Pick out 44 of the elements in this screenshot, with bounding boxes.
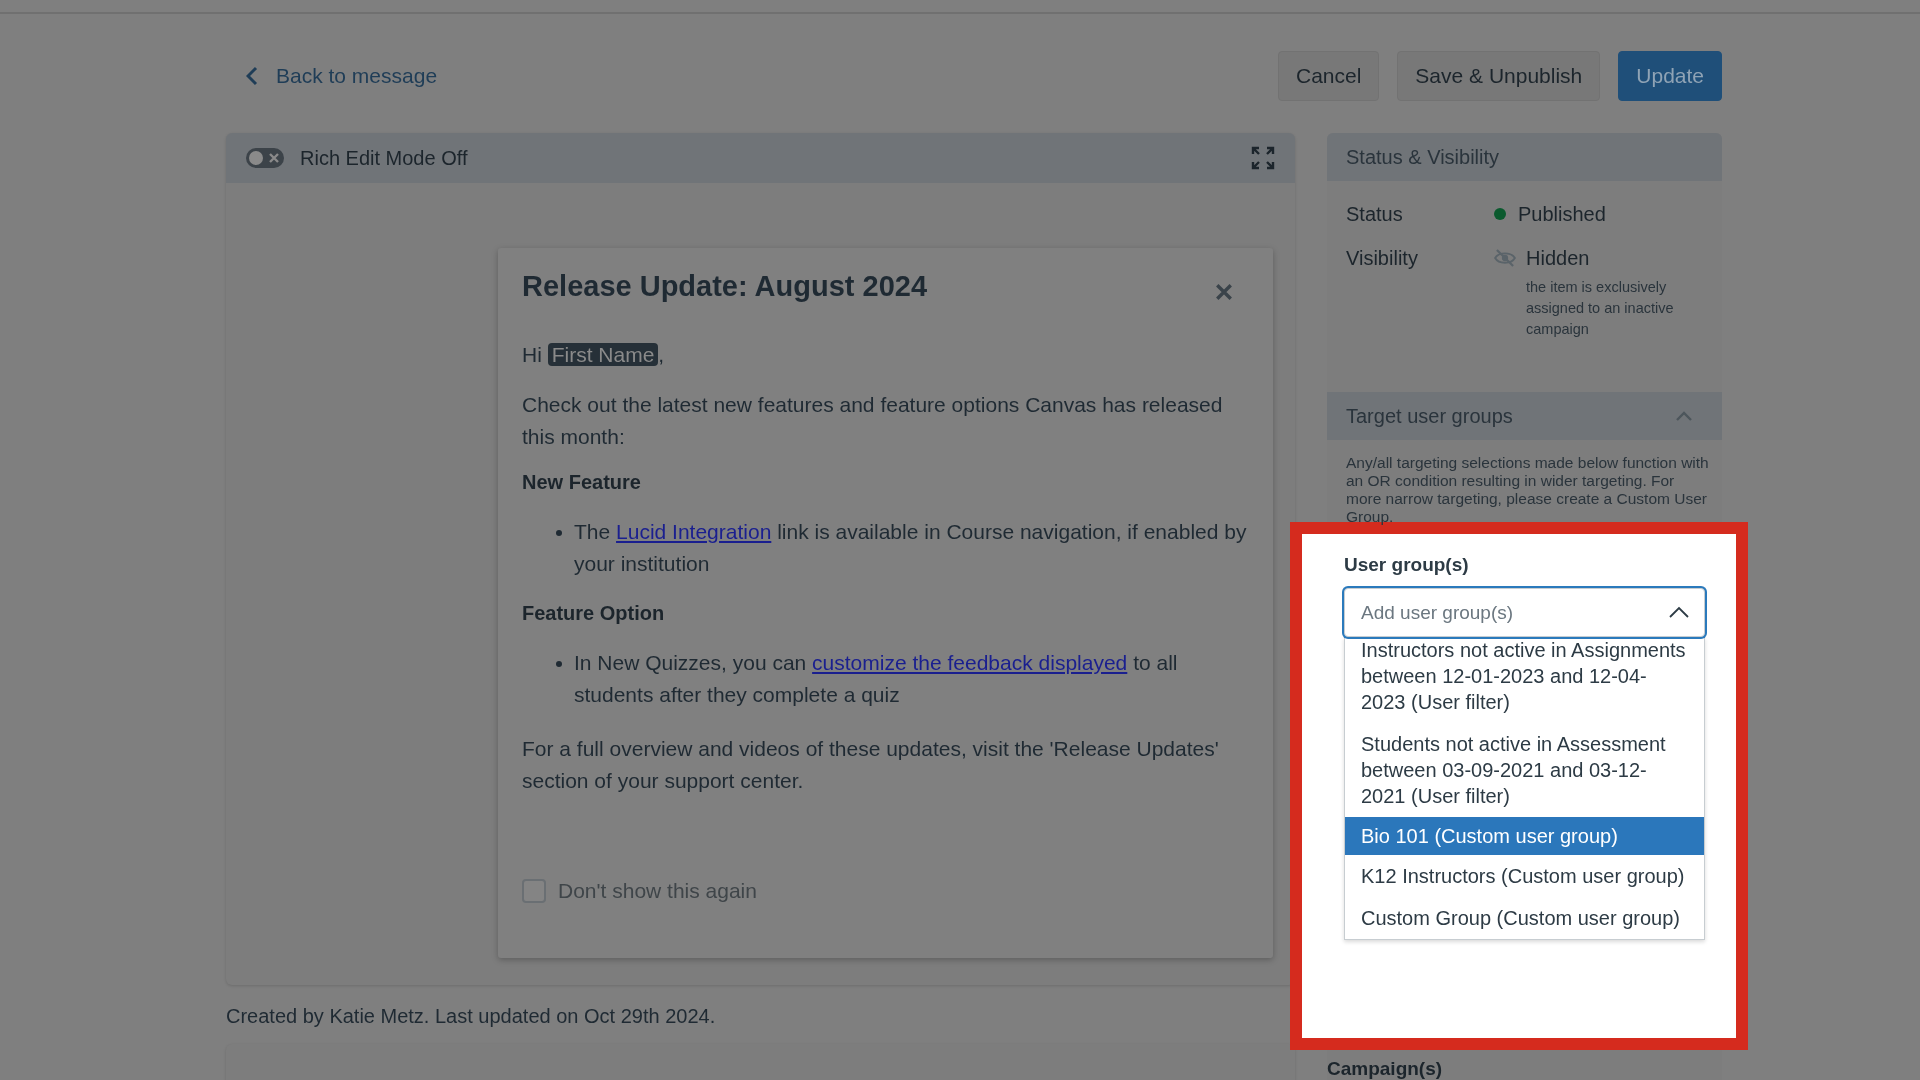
dropdown-option[interactable]: Students not active in Assessment between 03-09-2021 and 03-12-2021 (User filter) bbox=[1345, 723, 1704, 817]
field-label: Status bbox=[1346, 202, 1404, 227]
greeting-text: Hi First Name , bbox=[522, 342, 666, 368]
user-group-select[interactable]: Add user group(s) bbox=[1344, 588, 1705, 637]
dropdown-option[interactable]: Bio 101 (Custom user group) bbox=[1345, 817, 1704, 855]
dropdown-option[interactable]: K12 Instructors (Custom user group) bbox=[1345, 855, 1704, 897]
action-button[interactable]: Save & Unpublish bbox=[1397, 51, 1601, 101]
dropdown-option[interactable]: Custom Group (Custom user group) bbox=[1345, 897, 1704, 939]
section-title: Status & Visibility bbox=[1346, 145, 1500, 169]
chevron-left-icon bbox=[246, 66, 258, 86]
bullet-icon bbox=[556, 661, 562, 667]
message-paragraph: Check out the latest new features and feature options Canvas has released this month: bbox=[522, 392, 1224, 450]
checkbox-label: Don't show this again bbox=[558, 879, 757, 903]
field-label: User group(s) bbox=[1344, 554, 1470, 576]
visibility-note: the item is exclusively assigned to an inactive campaign bbox=[1526, 278, 1675, 339]
toggle-switch[interactable] bbox=[246, 148, 284, 168]
chevron-up-icon bbox=[1676, 411, 1692, 421]
eye-slash-icon bbox=[1494, 249, 1516, 267]
section-title: Target user groups bbox=[1346, 404, 1513, 428]
back-link[interactable]: Back to message bbox=[246, 64, 438, 88]
status-dot-icon bbox=[1494, 208, 1506, 220]
section-heading: Feature Option bbox=[522, 602, 666, 625]
close-icon[interactable] bbox=[1215, 282, 1233, 301]
section-heading: New Feature bbox=[522, 471, 642, 494]
dropdown-option[interactable]: Instructors not active in Assignments between 12-01-2023 and 12-04-2023 (User filter) bbox=[1345, 637, 1704, 723]
bullet-text: The Lucid Integration link is available in Course navigation, if enabled by your institution bbox=[574, 519, 1248, 577]
message-paragraph: For a full overview and videos of these updates, visit the 'Release Updates' section of your support center. bbox=[522, 736, 1220, 794]
toggle-label: Rich Edit Mode Off bbox=[300, 146, 469, 170]
bullet-text: In New Quizzes, you can customize the feedback displayed to all students after they complete a quiz bbox=[574, 650, 1179, 708]
field-value: Hidden bbox=[1526, 246, 1590, 271]
text-link[interactable]: Lucid Integration bbox=[616, 520, 772, 543]
chevron-up-icon bbox=[1669, 606, 1689, 618]
field-value: Published bbox=[1518, 202, 1606, 227]
field-label: Visibility bbox=[1346, 246, 1419, 271]
message-title: Release Update: August 2024 bbox=[522, 270, 928, 303]
created-by-text: Created by Katie Metz. Last updated on Oct 29th 2024. bbox=[226, 1005, 717, 1028]
fullscreen-icon[interactable] bbox=[1251, 146, 1275, 170]
merge-field-tag: First Name bbox=[547, 343, 659, 366]
section-header[interactable]: Target user groups bbox=[1327, 392, 1722, 440]
bullet-icon bbox=[556, 530, 562, 536]
text-link[interactable]: customize the feedback displayed bbox=[812, 651, 1128, 674]
field-label: Campaign(s) bbox=[1327, 1058, 1444, 1080]
update-button[interactable]: Update bbox=[1618, 51, 1722, 101]
action-button[interactable]: Cancel bbox=[1277, 51, 1380, 101]
